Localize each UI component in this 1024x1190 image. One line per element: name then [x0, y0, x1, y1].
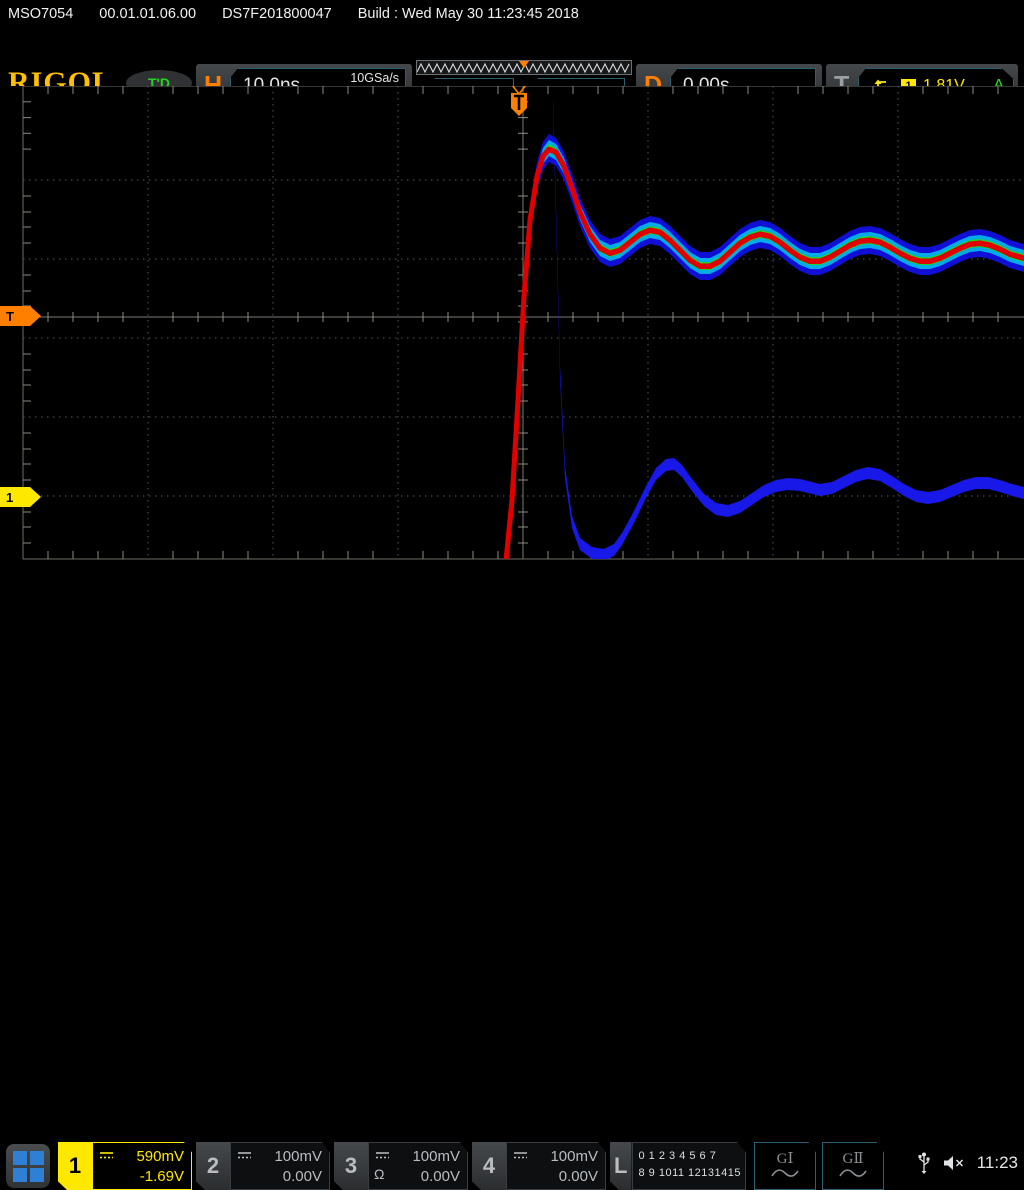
channel-3-number: 3	[334, 1142, 368, 1190]
channel-1-readout[interactable]: 590mV -1.69V	[92, 1142, 192, 1190]
device-model: MSO7054	[8, 6, 73, 22]
generator-1-button[interactable]: GⅠ	[754, 1142, 816, 1190]
channel1-ground-marker-label: 1	[0, 487, 30, 507]
channel-4-number: 4	[472, 1142, 506, 1190]
channel-1-number: 1	[58, 1142, 92, 1190]
channel-2-offset: 0.00V	[231, 1169, 322, 1184]
menu-tile-2	[30, 1151, 44, 1165]
trigger-level-marker-label: T	[0, 306, 30, 326]
sine-wave-icon	[838, 1167, 868, 1180]
bottom-bar: 1 590mV -1.69V 2	[0, 566, 1024, 630]
channel-4-readout[interactable]: 100mV 0.00V	[506, 1142, 606, 1190]
channel-3-scale: 100mV	[369, 1149, 460, 1164]
logic-label: L	[610, 1142, 632, 1190]
serial-number: DS7F201800047	[222, 6, 332, 22]
channel-3-offset: 0.00V	[369, 1169, 460, 1184]
channel-2-button[interactable]: 2 100mV 0.00V	[196, 1142, 330, 1190]
channel-4-button[interactable]: 4 100mV 0.00V	[472, 1142, 606, 1190]
firmware-version: 00.01.01.06.00	[99, 6, 196, 22]
channel-4-scale: 100mV	[507, 1149, 598, 1164]
logic-row-2: 8 9 1011 12131415	[639, 1165, 742, 1182]
generator-1-label: GⅠ	[777, 1152, 794, 1167]
channel-1-offset: -1.69V	[93, 1169, 184, 1184]
clock: 11:23	[977, 1153, 1018, 1173]
logic-channels-button[interactable]: L 0 1 2 3 4 5 6 7 8 9 1011 12131415	[610, 1142, 746, 1190]
logic-row-1: 0 1 2 3 4 5 6 7	[639, 1148, 742, 1165]
generator-2-label: GⅡ	[842, 1152, 863, 1167]
build-date: Build : Wed May 30 11:23:45 2018	[358, 6, 579, 22]
channel-1-button[interactable]: 1 590mV -1.69V	[58, 1142, 192, 1190]
status-area: 11:23	[917, 1152, 1018, 1174]
sine-wave-icon	[770, 1167, 800, 1180]
menu-tile-3	[13, 1168, 27, 1182]
channel-3-button[interactable]: 3 Ω 100mV 0.00V	[334, 1142, 468, 1190]
trigger-position-marker[interactable]	[508, 86, 530, 118]
channel1-ground-marker-tip	[30, 487, 41, 507]
channel-2-scale: 100mV	[231, 1149, 322, 1164]
usb-icon[interactable]	[917, 1152, 931, 1174]
secondary-envelope-trace	[553, 96, 1024, 561]
speaker-muted-icon[interactable]	[942, 1154, 966, 1172]
memory-position-bar[interactable]	[416, 60, 632, 75]
channel-2-number: 2	[196, 1142, 230, 1190]
waveform-display[interactable]	[0, 86, 1024, 566]
sample-rate-value: 10GSa/s	[350, 70, 399, 87]
device-info-bar: MSO7054 00.01.01.06.00 DS7F201800047 Bui…	[0, 0, 1024, 28]
menu-tile-1	[13, 1151, 27, 1165]
memory-position-marker[interactable]	[519, 61, 529, 68]
app-menu-button[interactable]	[6, 1144, 50, 1188]
oscilloscope-screen: MSO7054 00.01.01.06.00 DS7F201800047 Bui…	[0, 0, 1024, 630]
main-toolbar: RIGOL T'D H 10.0ns 10GSa/s 1kpts Measure	[0, 28, 1024, 86]
waveform-canvas	[0, 86, 1024, 566]
generator-2-button[interactable]: GⅡ	[822, 1142, 884, 1190]
logic-readout[interactable]: 0 1 2 3 4 5 6 7 8 9 1011 12131415	[632, 1142, 747, 1190]
channel-4-offset: 0.00V	[507, 1169, 598, 1184]
trigger-level-marker[interactable]: T	[0, 306, 41, 326]
trigger-level-marker-tip	[30, 306, 41, 326]
channel1-ground-marker[interactable]: 1	[0, 487, 41, 507]
channel-2-readout[interactable]: 100mV 0.00V	[230, 1142, 330, 1190]
channel-3-readout[interactable]: Ω 100mV 0.00V	[368, 1142, 468, 1190]
menu-tile-4	[30, 1168, 44, 1182]
channel-1-scale: 590mV	[93, 1149, 184, 1164]
